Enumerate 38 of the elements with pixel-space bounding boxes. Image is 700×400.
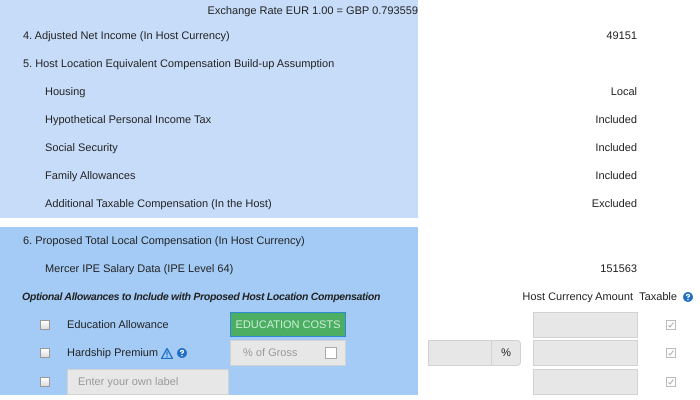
row-label: 6. Proposed Total Local Compensation (In Host Currency): [23, 235, 305, 247]
help-icon[interactable]: [177, 348, 188, 358]
exchange-rate: Exchange Rate EUR 1.00 = GBP 0.793559: [208, 5, 418, 17]
checkbox[interactable]: [40, 320, 50, 330]
column-header: Host Currency Amount: [522, 291, 634, 303]
allowance-label: Education Allowance: [67, 318, 170, 330]
custom-label-field[interactable]: Enter your own label: [67, 368, 229, 394]
taxable-checkbox[interactable]: [666, 348, 676, 358]
checkbox[interactable]: [40, 348, 50, 358]
checkbox[interactable]: [40, 376, 50, 386]
help-icon[interactable]: [683, 292, 693, 302]
row-label: Additional Taxable Compensation (In the Host): [45, 198, 272, 210]
row-label: 5. Host Location Equivalent Compensation Build-up Assumption: [23, 58, 334, 70]
percent-unit: %: [500, 346, 512, 361]
basis-dropdown[interactable]: % of Gross: [230, 340, 346, 366]
allowance-label: Hardship Premium: [67, 347, 158, 359]
column-header: Taxable: [639, 291, 677, 303]
warning-icon: [161, 348, 174, 358]
row-label: 4. Adjusted Net Income (In Host Currency): [23, 30, 230, 42]
row-value: Included: [595, 114, 637, 126]
amount-field[interactable]: [533, 368, 638, 394]
amount-field[interactable]: [533, 312, 638, 338]
row-value: Included: [595, 170, 637, 182]
row-value: Local: [610, 86, 637, 98]
row-label: Family Allowances: [45, 170, 136, 182]
row-label: Social Security: [45, 142, 118, 154]
row-label: Hypothetical Personal Income Tax: [45, 114, 212, 126]
taxable-checkbox[interactable]: [666, 320, 676, 330]
amount-field[interactable]: [533, 340, 638, 366]
education-costs-button[interactable]: EDUCATION COSTS: [230, 312, 346, 337]
row-value: Included: [595, 142, 637, 154]
row-label: Mercer IPE Salary Data (IPE Level 64): [45, 263, 234, 275]
row-value: 151563: [600, 263, 637, 275]
allowances-title: Optional Allowances to Include with Proposed Host Location Compensation: [21, 291, 380, 303]
taxable-checkbox[interactable]: [666, 376, 676, 386]
row-value: Excluded: [592, 198, 637, 210]
row-label: Housing: [45, 86, 86, 98]
row-value: 49151: [606, 30, 637, 42]
